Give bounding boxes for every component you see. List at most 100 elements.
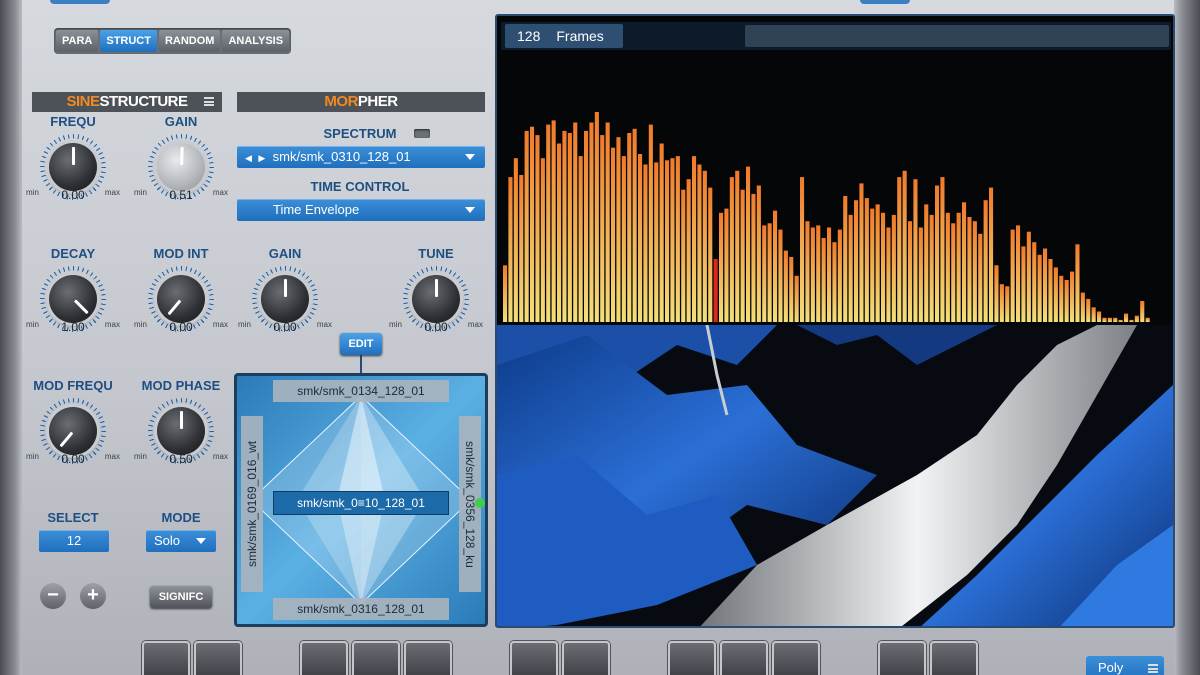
spectrum-bar[interactable] [600, 135, 605, 322]
pad-label-center[interactable]: smk/smk_0≡10_128_01 [273, 491, 449, 515]
signifc-button[interactable]: SIGNIFC [150, 586, 212, 608]
spectrum-bar[interactable] [821, 238, 826, 322]
spectrum-bar[interactable] [859, 183, 864, 322]
spectrum-bar[interactable] [735, 170, 740, 322]
spectrum-bar[interactable] [627, 133, 632, 322]
spectrum-bar[interactable] [1070, 271, 1075, 322]
spectrum-bar[interactable] [983, 200, 988, 322]
spectrum-bar[interactable] [665, 160, 670, 322]
voice-mode-dropdown[interactable]: Poly [1086, 656, 1164, 675]
spectrum-bar[interactable] [584, 130, 589, 322]
mod-int-knob[interactable] [157, 275, 205, 323]
spectrum-bar[interactable] [924, 204, 929, 322]
spectrum-bar[interactable] [621, 156, 626, 322]
spectrum-bar[interactable] [708, 187, 713, 322]
spectrum-bar[interactable] [535, 135, 540, 322]
spectrum-bar[interactable] [929, 214, 934, 322]
spectrum-bar[interactable] [567, 133, 572, 322]
spectrum-bar[interactable] [837, 229, 842, 322]
spectrum-bar[interactable] [562, 130, 567, 322]
spectrum-bar[interactable] [746, 166, 751, 322]
bottom-key[interactable] [930, 641, 978, 675]
spectrum-bar[interactable] [956, 212, 961, 322]
spectrum-bar[interactable] [503, 265, 508, 322]
tab-random[interactable]: RANDOM [158, 30, 221, 52]
pad-label-bottom[interactable]: smk/smk_0316_128_01 [273, 598, 449, 620]
spectrum-bar[interactable] [729, 177, 734, 322]
spectrum-bar[interactable] [589, 122, 594, 323]
spectrum-bar[interactable] [632, 128, 637, 322]
spectrum-bar[interactable] [918, 227, 923, 323]
bottom-key[interactable] [352, 641, 400, 675]
bottom-key[interactable] [194, 641, 242, 675]
spectrum-bar[interactable] [972, 221, 977, 322]
pad-label-top[interactable]: smk/smk_0134_128_01 [273, 380, 449, 402]
spectrum-bar[interactable] [681, 189, 686, 322]
spectrum-bar[interactable] [686, 179, 691, 322]
spectrum-bar[interactable] [594, 112, 599, 322]
spectrum-bar[interactable] [1086, 298, 1091, 322]
spectrum-bar[interactable] [767, 223, 772, 322]
spectrum-bar[interactable] [773, 210, 778, 322]
spectrum-bar[interactable] [789, 256, 794, 322]
spectrum-bar[interactable] [1043, 248, 1048, 323]
spectrum-bar[interactable] [670, 158, 675, 322]
spectrum-bar[interactable] [573, 122, 578, 323]
spectrum-bar[interactable] [864, 198, 869, 322]
bottom-key[interactable] [878, 641, 926, 675]
spectrum-bar[interactable] [800, 177, 805, 322]
plus-button[interactable]: + [80, 583, 106, 609]
spectrum-bar[interactable] [1118, 319, 1123, 322]
spectrum-bar[interactable] [1140, 301, 1145, 322]
spectrum-bar[interactable] [951, 223, 956, 322]
bottom-key[interactable] [772, 641, 820, 675]
bottom-key[interactable] [510, 641, 558, 675]
spectrum-bar[interactable] [794, 275, 799, 322]
spectrum-bar[interactable] [1037, 254, 1042, 322]
spectrum-bar[interactable] [611, 147, 616, 322]
spectrum-bar[interactable] [805, 221, 810, 322]
spectrum-bar[interactable] [751, 193, 756, 322]
spectrum-bar[interactable] [1134, 315, 1139, 322]
spectrum-bar[interactable] [832, 242, 837, 322]
spectrum-bar[interactable] [508, 177, 513, 322]
gain-knob[interactable] [157, 143, 205, 191]
spectrum-bar[interactable] [740, 189, 745, 322]
spectrum-bar[interactable] [1075, 244, 1080, 322]
spectrum-bar[interactable] [1129, 319, 1134, 322]
spectrum-bar[interactable] [810, 227, 815, 323]
spectrum-bar[interactable] [848, 214, 853, 322]
time-control-dropdown[interactable]: Time Envelope [237, 199, 485, 221]
spectrum-bar[interactable] [702, 170, 707, 322]
spectrum-bar[interactable] [1026, 231, 1031, 322]
spectrum-bar[interactable] [1097, 311, 1102, 323]
spectrum-bar[interactable] [1113, 317, 1118, 322]
spectrum-bar[interactable] [643, 164, 648, 323]
spectrum-bar[interactable] [940, 177, 945, 322]
spectrum-bar[interactable] [1005, 286, 1010, 322]
bottom-key[interactable] [142, 641, 190, 675]
spectrum-bar[interactable] [654, 162, 659, 322]
tune-knob[interactable] [412, 275, 460, 323]
spectrum-bar[interactable] [870, 208, 875, 322]
top-edge-button[interactable] [50, 0, 110, 4]
spectrum-bar[interactable] [913, 179, 918, 322]
spectrum-bar[interactable] [756, 185, 761, 323]
spectrum-bar[interactable] [524, 130, 529, 322]
spectrum-bar[interactable] [616, 137, 621, 322]
spectrum-bar[interactable] [967, 217, 972, 322]
spectrum-bar[interactable] [530, 126, 535, 322]
spectrum-bar[interactable] [1080, 292, 1085, 322]
mod-frequ-knob[interactable] [49, 407, 97, 455]
spectrum-bar[interactable] [778, 229, 783, 322]
spectrum-bar[interactable] [962, 202, 967, 322]
spectrum-bar[interactable] [945, 212, 950, 322]
spectrum-bar[interactable] [1064, 280, 1069, 322]
spectrum-bar[interactable] [519, 175, 524, 322]
menu-icon[interactable] [204, 97, 214, 106]
spectrum-bar[interactable] [1091, 307, 1096, 322]
tab-analysis[interactable]: ANALYSIS [222, 30, 290, 52]
spectrum-bar[interactable] [1124, 313, 1129, 322]
spectrum-bar[interactable] [994, 265, 999, 322]
spectrum-bar[interactable] [762, 225, 767, 322]
